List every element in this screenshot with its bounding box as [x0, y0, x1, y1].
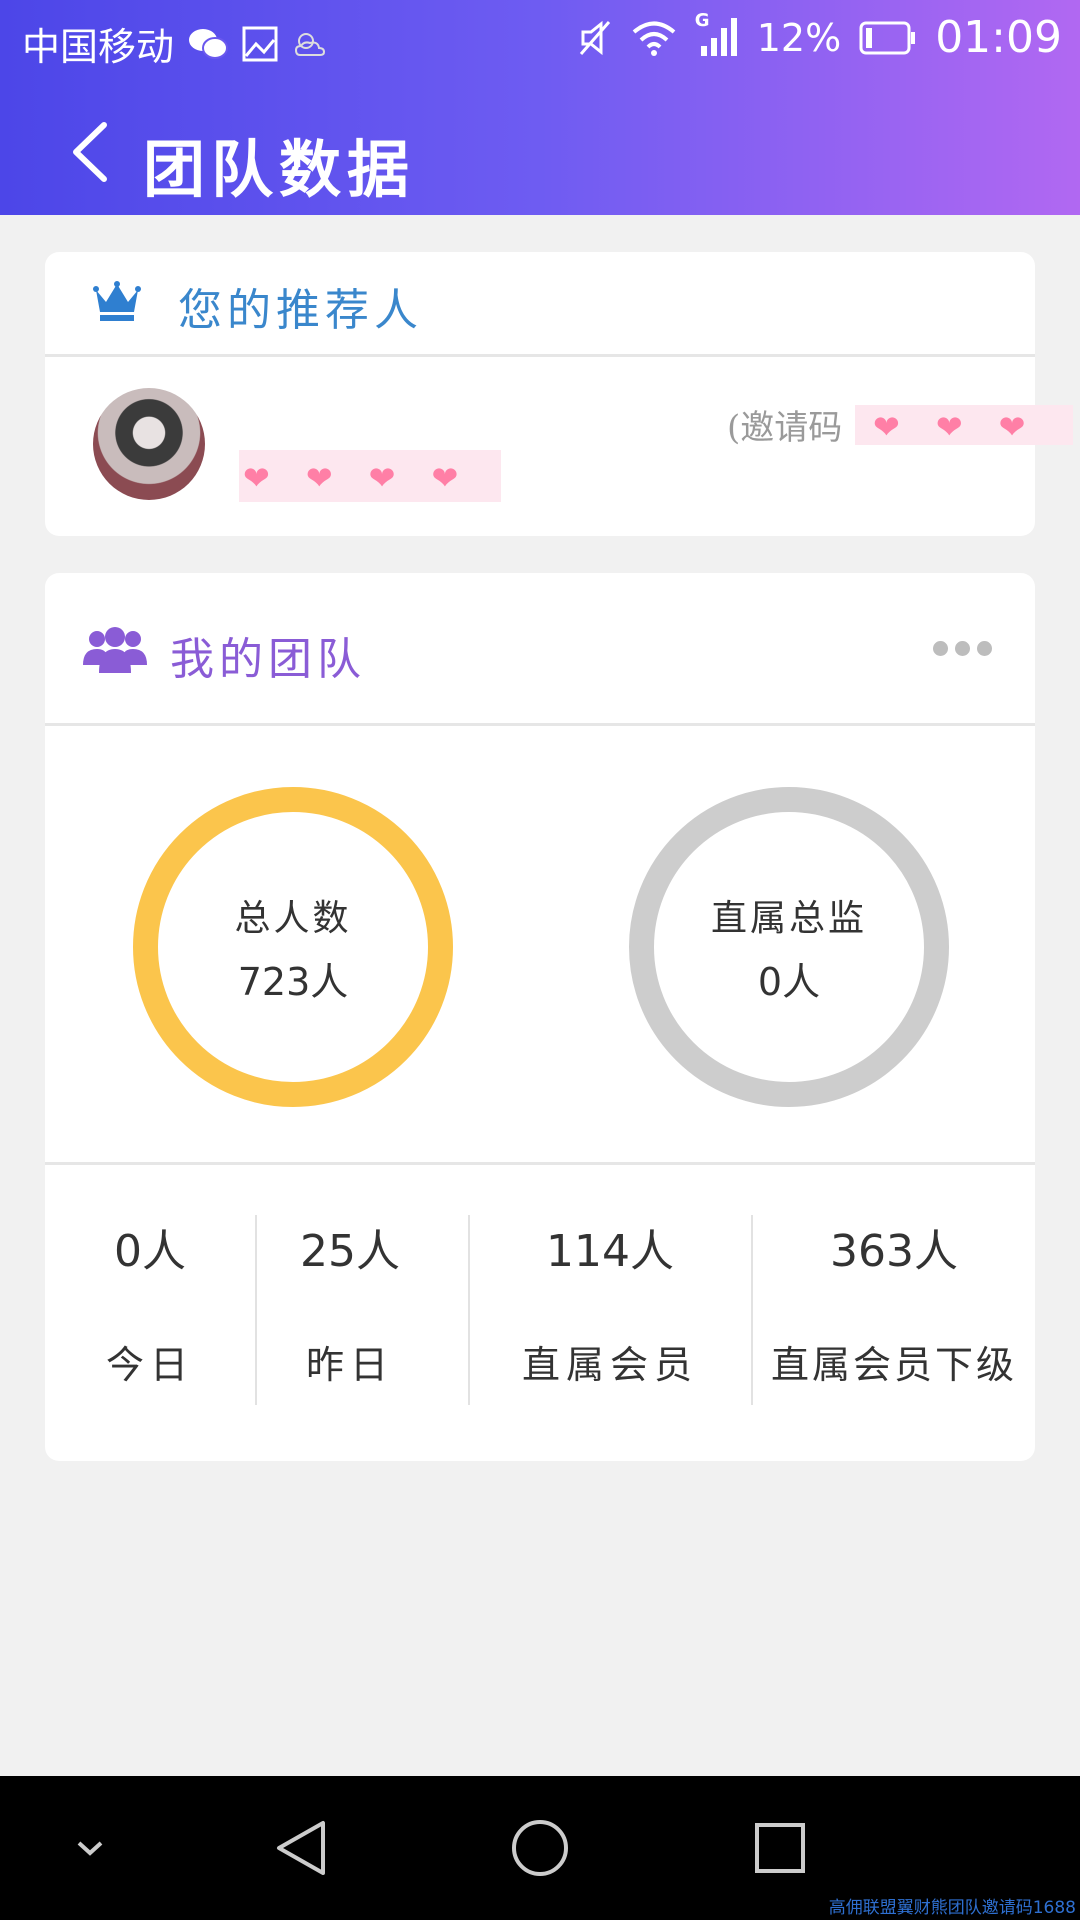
avatar[interactable]	[93, 388, 205, 500]
stat-direct-member-subordinates[interactable]: 363人 直属会员下级	[763, 1215, 1025, 1389]
app-header: 中国移动 G 12% 01:09 团队数据	[0, 0, 1080, 215]
stat-divider	[255, 1215, 257, 1405]
back-nav-button[interactable]	[260, 1776, 340, 1920]
more-icon[interactable]	[933, 641, 999, 659]
clock: 01:09	[935, 12, 1062, 63]
total-members-ring[interactable]: 总人数 723人	[133, 787, 453, 1107]
referrer-card-header: 您的推荐人	[45, 252, 1035, 357]
stat-value: 114人	[546, 1226, 674, 1277]
stat-value: 0人	[114, 1226, 186, 1277]
page-title: 团队数据	[143, 133, 416, 206]
stat-yesterday[interactable]: 25人 昨日	[275, 1215, 425, 1389]
direct-director-value: 0人	[757, 959, 821, 1004]
team-summary: 总人数 723人 直属总监 0人	[45, 726, 1035, 1165]
stat-today[interactable]: 0人 今日	[85, 1215, 215, 1389]
wechat-icon	[189, 28, 229, 59]
status-left: 中国移动	[22, 16, 328, 71]
triangle-back-icon	[277, 1821, 325, 1875]
referrer-card-title: 您的推荐人	[178, 285, 423, 336]
stat-direct-members[interactable]: 114人 直属会员	[485, 1215, 735, 1389]
invite-code-label: (邀请码	[727, 408, 843, 448]
circle-home-icon	[512, 1820, 568, 1876]
more-dot	[977, 641, 992, 656]
status-bar: 中国移动 G 12% 01:09	[0, 0, 1080, 78]
weather-icon	[295, 32, 326, 56]
team-card-title: 我的团队	[170, 634, 366, 685]
chevron-down-icon	[77, 1841, 103, 1856]
total-members-value: 723人	[237, 959, 349, 1004]
stat-divider	[751, 1215, 753, 1405]
wifi-icon	[632, 21, 676, 56]
stat-label: 直属会员下级	[770, 1343, 1017, 1387]
team-icon	[83, 627, 147, 673]
team-card-header: 我的团队	[45, 573, 1035, 726]
signal-icon: G	[695, 10, 739, 60]
status-right: G 12% 01:09	[577, 10, 1062, 63]
direct-director-label: 直属总监	[710, 897, 867, 939]
total-members-label: 总人数	[234, 897, 352, 939]
crown-icon	[93, 281, 141, 321]
recents-nav-button[interactable]	[740, 1776, 820, 1920]
stat-label: 昨日	[305, 1343, 394, 1387]
watermark-text: 高佣联盟翼财熊团队邀请码1688	[828, 1898, 1076, 1918]
battery-percent: 12%	[756, 15, 842, 60]
carrier-label: 中国移动	[22, 25, 175, 69]
more-dot	[955, 641, 970, 656]
mute-icon	[579, 20, 610, 55]
title-bar: 团队数据	[0, 95, 1080, 215]
referrer-card: 您的推荐人 ❤❤❤❤ (邀请码 ❤❤❤	[45, 252, 1073, 536]
stat-divider	[468, 1215, 470, 1405]
more-dot	[933, 641, 948, 656]
hide-nav-button[interactable]	[60, 1776, 120, 1920]
battery-icon	[859, 21, 916, 54]
stat-value: 363人	[830, 1226, 958, 1277]
stat-label: 直属会员	[521, 1343, 698, 1387]
referrer-name-masked: ❤❤❤❤	[239, 450, 501, 502]
home-nav-button[interactable]	[500, 1776, 580, 1920]
stat-label: 今日	[105, 1343, 194, 1387]
direct-director-ring[interactable]: 直属总监 0人	[629, 787, 949, 1107]
team-stats: 0人 今日 25人 昨日 114人 直属会员 363人 直属会员下级	[45, 1165, 1035, 1461]
team-card: 我的团队 总人数 723人 直属总监 0人 0人 今日 25人 昨日 114人	[45, 573, 1035, 1461]
stat-value: 25人	[300, 1226, 400, 1277]
system-nav-bar: 高佣联盟翼财熊团队邀请码1688	[0, 1776, 1080, 1920]
back-arrow-icon[interactable]	[62, 117, 122, 187]
gallery-icon	[242, 26, 278, 61]
square-recents-icon	[755, 1823, 805, 1873]
invite-code-masked: ❤❤❤	[855, 405, 1073, 445]
